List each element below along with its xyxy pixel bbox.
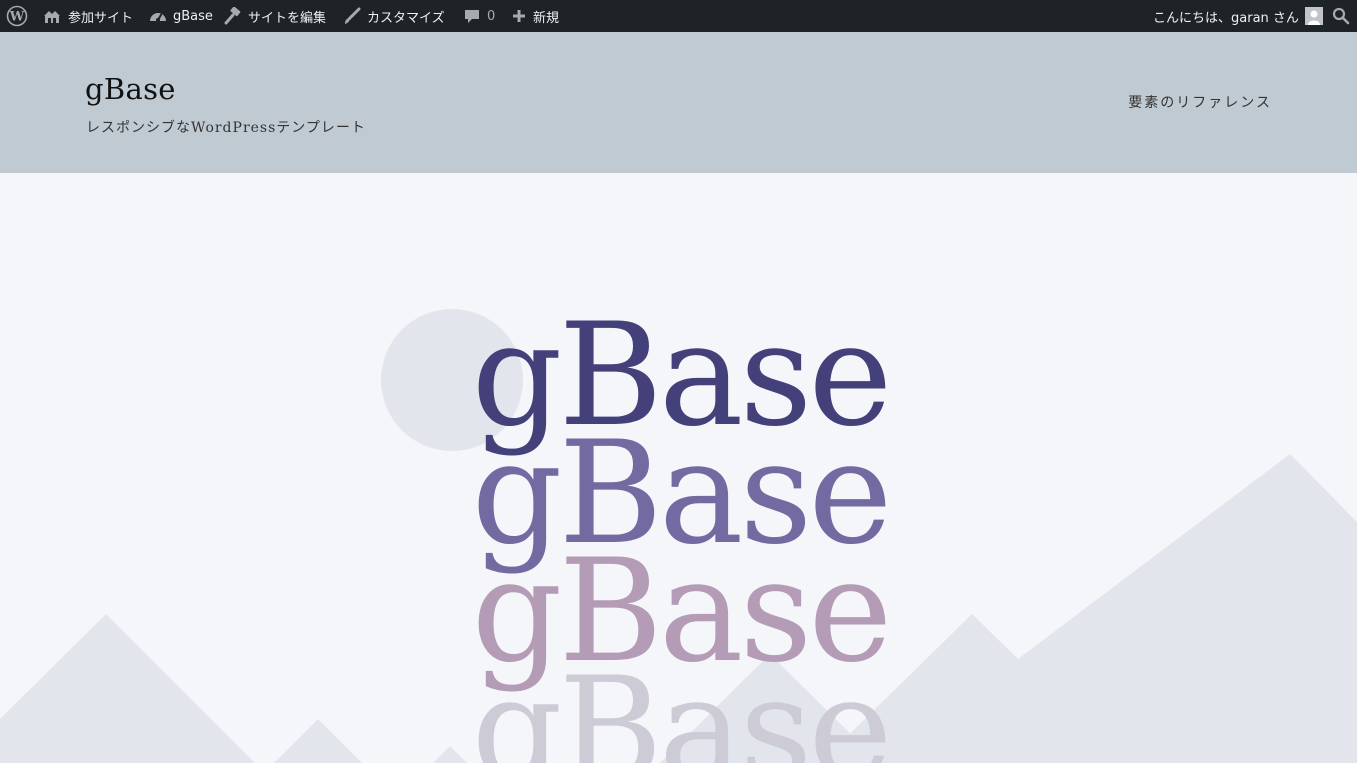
mountain-left-small	[274, 719, 362, 763]
site-name-label: gBase	[173, 8, 213, 24]
new-label: 新規	[533, 10, 560, 26]
edit-site-label: サイトを編集	[248, 10, 327, 26]
site-name-menu[interactable]: gBase	[149, 0, 213, 32]
admin-bar: W 参加サイト gBase サイトを編集 カスタマイズ 0 新規 こんにちは、g…	[0, 0, 1357, 32]
wp-logo-menu[interactable]: W	[6, 0, 28, 32]
my-sites-icon	[42, 7, 62, 25]
search-icon	[1332, 7, 1350, 25]
dashboard-icon	[149, 8, 167, 24]
my-sites-menu[interactable]: 参加サイト	[42, 0, 133, 32]
customize-label: カスタマイズ	[367, 10, 445, 26]
comments-count: 0	[487, 8, 496, 24]
avatar	[1304, 7, 1323, 25]
search-button[interactable]	[1332, 0, 1350, 32]
greeting-text: こんにちは、garan さん	[1153, 10, 1299, 26]
mountain-left-large	[0, 614, 255, 763]
mountain-left-tiny	[433, 746, 467, 763]
my-account-menu[interactable]: こんにちは、garan さん	[1153, 0, 1323, 32]
edit-site-button[interactable]: サイトを編集	[224, 0, 326, 32]
paintbrush-icon	[343, 7, 361, 25]
site-header: gBase レスポンシブなWordPressテンプレート 要素のリファレンス	[0, 32, 1357, 173]
svg-text:W: W	[9, 10, 25, 25]
hero-logo-word-4: gBase	[471, 647, 893, 763]
hero-section: gBase gBase gBase gBase	[0, 173, 1357, 763]
plus-icon	[511, 8, 527, 24]
wordpress-icon: W	[6, 5, 28, 27]
new-content-button[interactable]: 新規	[511, 0, 559, 32]
comment-icon	[463, 7, 481, 25]
my-sites-label: 参加サイト	[68, 10, 134, 26]
nav-item-element-reference[interactable]: 要素のリファレンス	[1128, 92, 1272, 112]
customize-button[interactable]: カスタマイズ	[343, 0, 445, 32]
site-tagline: レスポンシブなWordPressテンプレート	[86, 120, 366, 136]
site-title[interactable]: gBase	[85, 72, 176, 106]
comments-button[interactable]: 0	[463, 0, 495, 32]
edit-brush-icon	[224, 7, 242, 25]
